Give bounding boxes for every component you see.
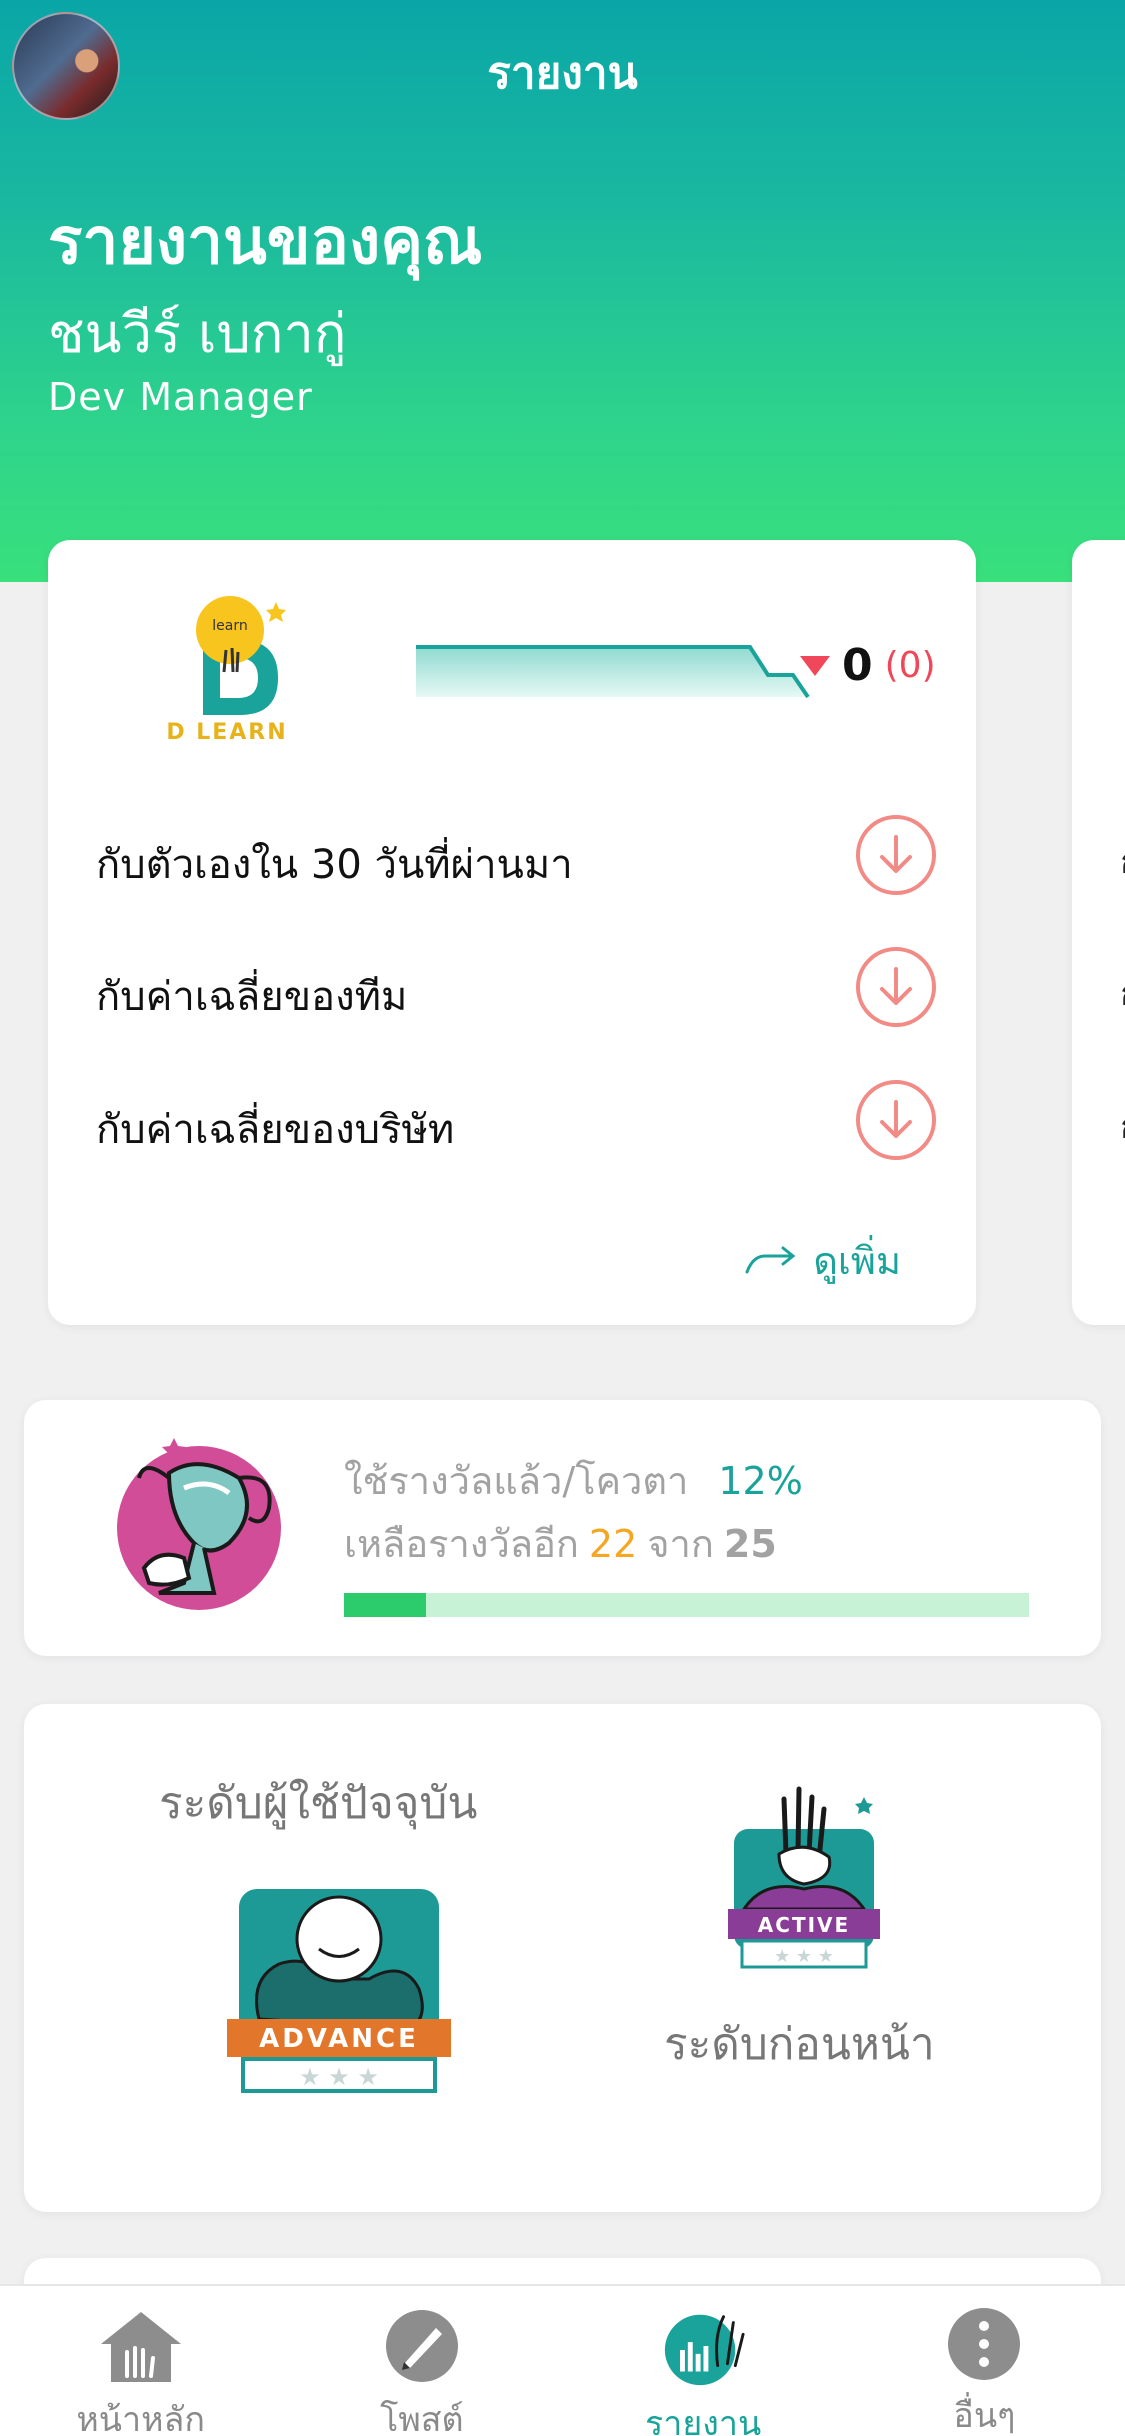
down-triangle-icon [800,655,830,676]
nav-more[interactable]: อื่นๆ [844,2286,1125,2436]
compare-team-row[interactable]: กับค่าเฉลี่ยของทีม [96,942,936,1032]
nav-report-label: รายงาน [645,2404,762,2436]
reward-remaining-line: เหลือรางวัลอีก 22 จาก 25 [344,1513,777,1574]
compare-label: กับค่าเฉลี่ยของทีม [96,974,408,1020]
level-card[interactable]: ระดับผู้ใช้ปัจจุบัน ADVANCE ★ ★ ★ ACTIVE… [24,1704,1101,2212]
see-more-label: ดูเพิ่ม [813,1239,901,1283]
more-dots-icon [940,2306,1028,2382]
nav-home[interactable]: หน้าหลัก [0,2286,281,2436]
arrow-down-circle-icon [856,1080,936,1160]
active-badge-icon: ACTIVE ★ ★ ★ [728,1786,880,1969]
next-card-peek[interactable]: ก ก ก [1072,540,1125,1325]
trophy-icon [117,1438,281,1610]
reward-card[interactable]: ใช้รางวัลแล้ว/โควตา 12% เหลือรางวัลอีก 22 จ… [24,1400,1101,1656]
nav-report[interactable]: รายงาน [563,2286,844,2436]
page-title: รายงาน [487,48,638,99]
compare-label: กับตัวเองใน 30 วันที่ผ่านมา [96,842,573,888]
svg-text:ACTIVE: ACTIVE [758,1913,850,1937]
reward-total: 25 [723,1522,777,1566]
reward-of-label: จาก [647,1522,714,1566]
svg-text:learn: learn [212,618,247,634]
user-role: Dev Manager [48,375,313,419]
arrow-down-circle-icon [856,815,936,895]
reward-remaining-prefix: เหลือรางวัลอีก [344,1522,579,1566]
nav-more-label: อื่นๆ [953,2396,1016,2436]
nav-post-label: โพสต์ [380,2400,464,2436]
dlearn-logo-text: D LEARN [166,720,288,745]
compare-label: กับค่าเฉลี่ยของบริษัท [96,1107,455,1153]
home-hand-icon [97,2306,185,2386]
reward-used-line: ใช้รางวัลแล้ว/โควตา 12% [344,1450,803,1511]
reward-progress-fill [344,1593,427,1617]
report-screen: รายงาน รายงานของคุณ ชนวีร์ เบกากู่ Dev M… [0,0,1125,2436]
change-paren: (0) [884,645,936,686]
user-name: ชนวีร์ เบกากู่ [48,302,347,365]
reward-remaining-count: 22 [588,1522,638,1566]
current-level-label: ระดับผู้ใช้ปัจจุบัน [159,1778,478,1829]
advance-badge-icon: ADVANCE ★ ★ ★ [227,1889,451,2093]
svg-text:★ ★ ★: ★ ★ ★ [774,1946,834,1967]
arrow-right-icon [745,1246,796,1273]
dlearn-logo-icon: learn [196,596,286,715]
peek-text: ก [1120,964,1125,1021]
report-heading: รายงานของคุณ [48,205,483,279]
reward-used-label: ใช้รางวัลแล้ว/โควตา [344,1459,689,1503]
change-indicator: 0 (0) [800,640,936,691]
bottom-nav: หน้าหลัก โพสต์ รายงาน อื่นๆ [0,2284,1125,2436]
previous-level-label: ระดับก่อนหน้า [664,2019,935,2070]
reward-progress-bar [344,1593,1029,1617]
compare-company-row[interactable]: กับค่าเฉลี่ยของบริษัท [96,1075,936,1165]
svg-text:★ ★ ★: ★ ★ ★ [299,2063,379,2091]
peek-text: ก [1120,1097,1125,1154]
peek-text: ก [1120,832,1125,889]
reward-used-percent: 12% [718,1459,803,1503]
trend-sparkline [416,645,810,699]
header: รายงาน รายงานของคุณ ชนวีร์ เบกากู่ Dev M… [0,0,1125,582]
arrow-down-circle-icon [856,947,936,1027]
see-more-link[interactable]: ดูเพิ่ม [745,1230,901,1291]
change-value: 0 [842,640,873,691]
compare-self-row[interactable]: กับตัวเองใน 30 วันที่ผ่านมา [96,810,936,900]
report-chart-icon [659,2306,747,2390]
dlearn-card[interactable]: learn D LEARN 0 (0) กับตัวเองใน 30 วันที… [48,540,976,1325]
nav-home-label: หน้าหลัก [76,2400,205,2436]
post-pen-icon [378,2306,466,2386]
svg-text:ADVANCE: ADVANCE [259,2024,419,2054]
nav-post[interactable]: โพสต์ [281,2286,562,2436]
